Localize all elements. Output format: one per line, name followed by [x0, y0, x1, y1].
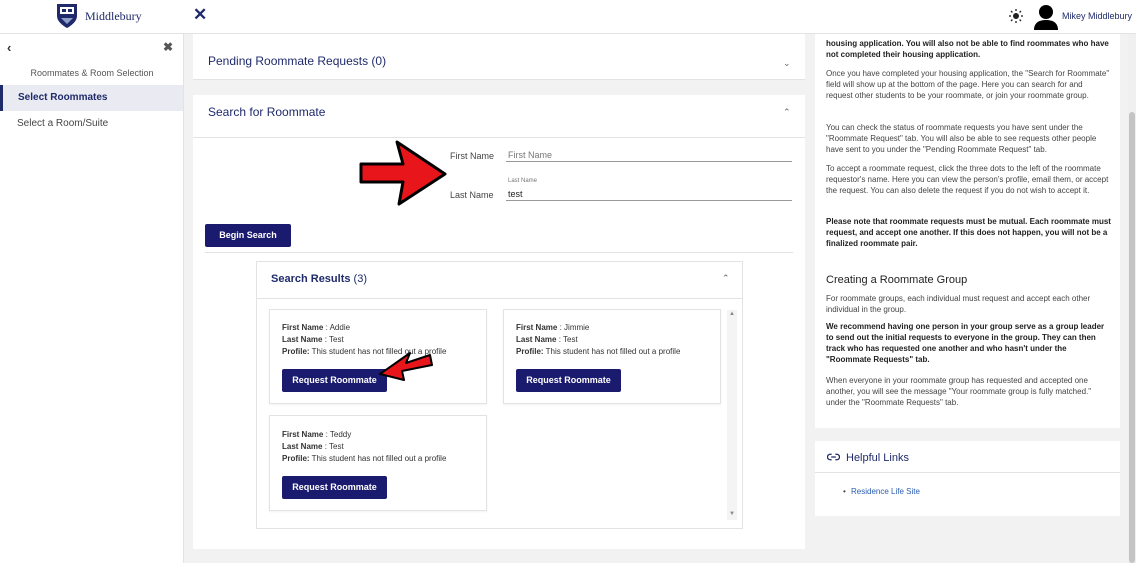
- logo[interactable]: Middlebury: [55, 2, 142, 30]
- sun-icon[interactable]: [1009, 9, 1023, 23]
- search-roommate-title: Search for Roommate: [208, 105, 326, 119]
- search-results-panel: Search Results (3) ⌃ First Name : Addie …: [256, 261, 743, 529]
- request-roommate-button[interactable]: Request Roommate: [282, 369, 387, 392]
- result-first-name: : Jimmie: [559, 323, 590, 332]
- sidebar-item-select-roommates[interactable]: Select Roommates: [0, 85, 183, 111]
- search-results-header[interactable]: Search Results (3) ⌃: [257, 262, 742, 299]
- top-bar: Middlebury ✕ Mikey Middlebury: [0, 0, 1136, 34]
- last-name-input[interactable]: test: [508, 189, 523, 199]
- chevron-up-icon[interactable]: ⌃: [783, 107, 791, 118]
- result-last-name: : Test: [324, 335, 344, 344]
- begin-search-button[interactable]: Begin Search: [205, 224, 291, 247]
- search-roommate-header[interactable]: Search for Roommate ⌃: [193, 95, 805, 138]
- sidebar: ‹ ✖ Roommates & Room Selection Select Ro…: [0, 34, 184, 563]
- chevron-down-icon[interactable]: ⌄: [783, 58, 791, 69]
- helpful-links-title: Helpful Links: [846, 452, 909, 464]
- info-paragraph: Please note that roommate requests must …: [826, 217, 1111, 248]
- result-profile: This student has not filled out a profil…: [311, 454, 447, 463]
- page-scrollbar-thumb[interactable]: [1129, 112, 1135, 563]
- last-name-floating-label: Last Name: [508, 178, 538, 184]
- close-icon[interactable]: ✕: [193, 6, 207, 23]
- pending-requests-header[interactable]: Pending Roommate Requests (0) ⌄: [193, 44, 805, 80]
- main-panel: Pending Roommate Requests (0) ⌄ Search f…: [193, 34, 805, 549]
- residence-life-link[interactable]: Residence Life Site: [851, 487, 920, 496]
- result-card: First Name : Teddy Last Name : Test Prof…: [269, 415, 487, 511]
- user-name[interactable]: Mikey Middlebury: [1062, 11, 1132, 21]
- crest-icon: [57, 4, 77, 28]
- info-paragraph: For roommate groups, each individual mus…: [826, 294, 1091, 314]
- info-paragraph: You can check the status of roommate req…: [826, 123, 1097, 154]
- result-last-name: : Test: [324, 442, 344, 451]
- info-paragraph: We recommend having one person in your g…: [826, 322, 1105, 364]
- scroll-down-icon[interactable]: ▼: [729, 511, 735, 517]
- result-profile: This student has not filled out a profil…: [545, 347, 681, 356]
- results-scrollbar[interactable]: [727, 310, 737, 520]
- sidebar-title: Roommates & Room Selection: [30, 68, 154, 78]
- link-icon: [827, 453, 840, 461]
- chevron-up-icon[interactable]: ⌃: [722, 273, 730, 284]
- red-arrow-icon: [359, 140, 447, 206]
- helpful-links-panel: Helpful Links • Residence Life Site: [815, 441, 1120, 516]
- results-count: (3): [353, 273, 367, 285]
- request-roommate-button[interactable]: Request Roommate: [282, 476, 387, 499]
- info-paragraph: To accept a roommate request, click the …: [826, 164, 1109, 195]
- logo-text: Middlebury: [85, 8, 142, 23]
- sidebar-item-select-room[interactable]: Select a Room/Suite: [0, 111, 183, 137]
- scroll-up-icon[interactable]: ▲: [729, 311, 735, 317]
- avatar[interactable]: [1034, 4, 1058, 30]
- info-paragraph: Once you have completed your housing app…: [826, 69, 1110, 100]
- search-results-title: Search Results (3): [271, 273, 367, 285]
- roommate-group-heading: Creating a Roommate Group: [826, 274, 968, 286]
- red-arrow-icon: [379, 352, 433, 381]
- result-first-name: : Addie: [325, 323, 351, 332]
- info-paragraph: housing application. You will also not b…: [826, 39, 1109, 59]
- result-last-name: : Test: [558, 335, 578, 344]
- result-first-name: : Teddy: [325, 430, 352, 439]
- helpful-links-header: Helpful Links: [815, 441, 1120, 473]
- pending-requests-title: Pending Roommate Requests (0): [208, 54, 387, 68]
- first-name-input[interactable]: First Name: [508, 150, 552, 160]
- close-sidebar-icon[interactable]: ✖: [163, 40, 173, 54]
- result-card: First Name : Jimmie Last Name : Test Pro…: [503, 309, 721, 404]
- info-paragraph: When everyone in your roommate group has…: [826, 376, 1092, 407]
- instructions-panel: housing application. You will also not b…: [815, 34, 1120, 428]
- chevron-left-icon[interactable]: ‹: [7, 40, 11, 55]
- first-name-label: First Name: [450, 151, 495, 161]
- last-name-label: Last Name: [450, 190, 494, 200]
- request-roommate-button[interactable]: Request Roommate: [516, 369, 621, 392]
